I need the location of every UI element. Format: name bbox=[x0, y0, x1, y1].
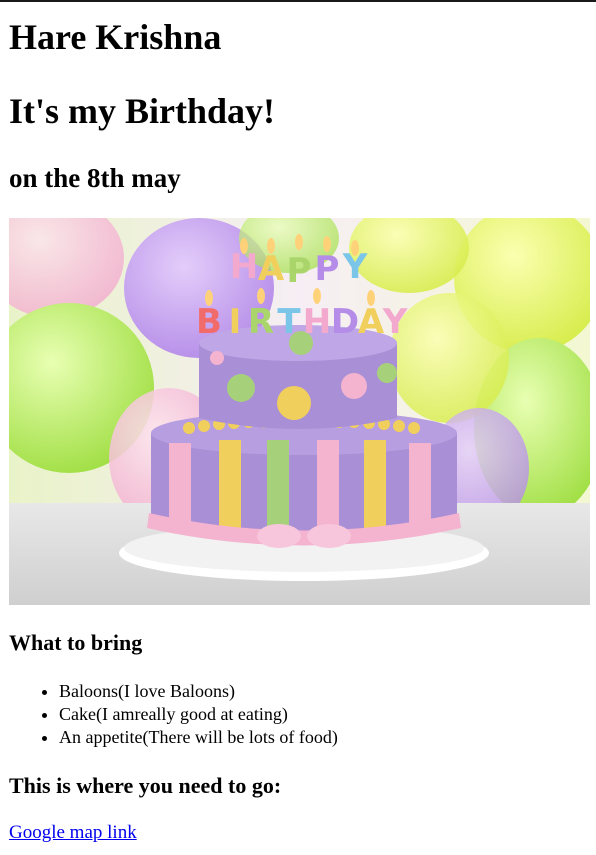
svg-text:B: B bbox=[196, 302, 222, 342]
list-item: Cake(I amreally good at eating) bbox=[59, 703, 338, 726]
svg-text:Y: Y bbox=[382, 302, 408, 342]
what-to-bring-heading: What to bring bbox=[9, 630, 143, 655]
birthday-cake-image: H A P P Y B I R T H D A Y bbox=[9, 218, 590, 605]
page-title: Hare Krishna bbox=[9, 17, 222, 57]
svg-text:T: T bbox=[277, 302, 301, 342]
list-item: An appetite(There will be lots of food) bbox=[59, 726, 338, 749]
svg-text:D: D bbox=[331, 302, 359, 342]
top-border bbox=[0, 0, 596, 2]
birthday-heading: It's my Birthday! bbox=[9, 91, 276, 131]
svg-text:H: H bbox=[303, 302, 331, 342]
svg-text:A: A bbox=[358, 302, 385, 342]
bring-list: Baloons(I love Baloons) Cake(I amreally … bbox=[9, 680, 338, 749]
list-item: Baloons(I love Baloons) bbox=[59, 680, 338, 703]
svg-text:I: I bbox=[229, 302, 242, 342]
date-heading: on the 8th may bbox=[9, 163, 181, 193]
svg-text:R: R bbox=[248, 302, 274, 342]
google-map-link[interactable]: Google map link bbox=[9, 822, 137, 844]
svg-text:A: A bbox=[258, 249, 285, 289]
svg-text:P: P bbox=[315, 249, 340, 289]
directions-heading: This is where you need to go: bbox=[9, 773, 282, 798]
svg-text:P: P bbox=[287, 251, 312, 291]
